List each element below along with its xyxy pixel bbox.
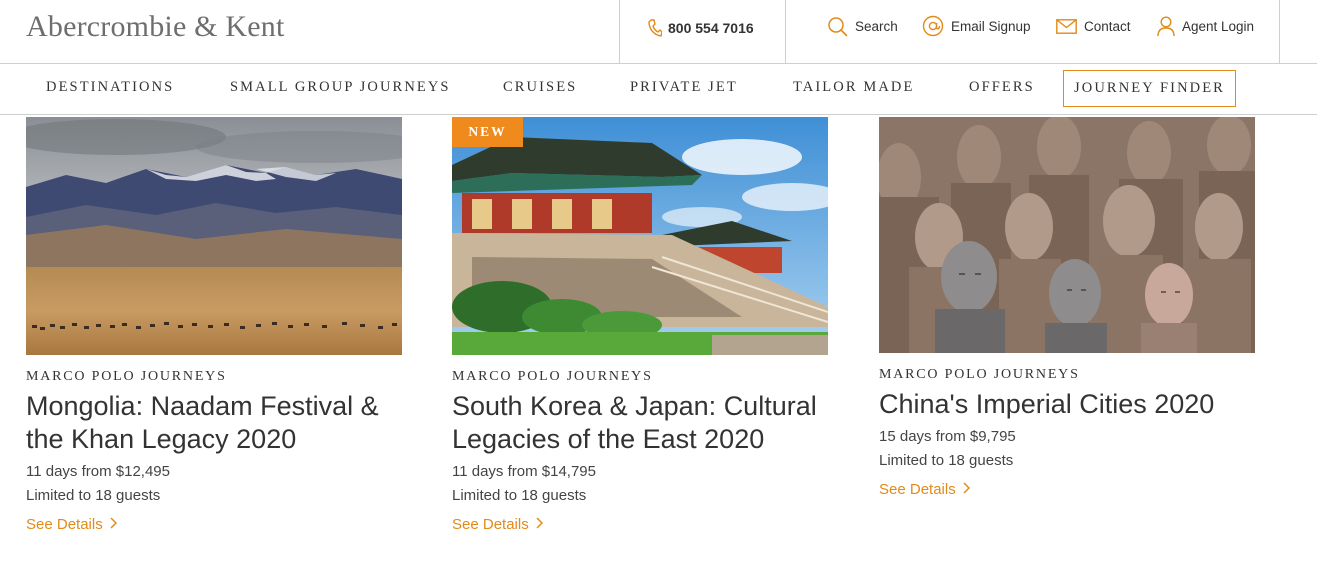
envelope-icon [1056, 18, 1077, 34]
chevron-right-icon [536, 516, 543, 533]
journey-duration-price: 11 days from $14,795 [452, 463, 596, 480]
collection-label: MARCO POLO JOURNEYS [452, 369, 653, 384]
collection-label: MARCO POLO JOURNEYS [26, 369, 227, 384]
phone-link[interactable]: 800 554 7016 [648, 16, 754, 40]
site-logo[interactable]: Abercrombie & Kent [26, 10, 285, 44]
see-details-label: See Details [26, 516, 103, 533]
agent-login-label: Agent Login [1182, 18, 1255, 34]
contact-label: Contact [1084, 18, 1131, 34]
journey-duration-price: 11 days from $12,495 [26, 463, 170, 480]
journey-card: MARCO POLO JOURNEYS Mongolia: Naadam Fes… [26, 117, 403, 533]
chevron-right-icon [110, 516, 117, 533]
email-signup-link[interactable]: Email Signup [922, 14, 1031, 38]
search-label: Search [855, 18, 898, 34]
journey-card: NEW MARCO POLO JOURNEYS South Korea & Ja… [452, 117, 829, 533]
nav-tailor-made[interactable]: TAILOR MADE [793, 79, 914, 96]
journey-image-mongolia[interactable] [26, 117, 402, 355]
search-link[interactable]: Search [827, 14, 898, 38]
collection-label: MARCO POLO JOURNEYS [879, 367, 1080, 382]
journey-finder-button[interactable]: JOURNEY FINDER [1063, 70, 1236, 107]
header-divider [619, 0, 620, 64]
chevron-right-icon [963, 481, 970, 498]
journey-guests: Limited to 18 guests [452, 487, 587, 504]
phone-number: 800 554 7016 [668, 20, 754, 36]
journey-title[interactable]: Mongolia: Naadam Festival & the Khan Leg… [26, 390, 403, 456]
see-details-label: See Details [452, 516, 529, 533]
journey-guests: Limited to 18 guests [879, 452, 1014, 469]
nav-destinations[interactable]: DESTINATIONS [46, 79, 174, 96]
see-details-link[interactable]: See Details [26, 516, 403, 533]
see-details-label: See Details [879, 481, 956, 498]
journey-guests: Limited to 18 guests [26, 487, 161, 504]
journey-image-terracotta[interactable] [879, 117, 1255, 353]
user-icon [1157, 15, 1175, 37]
journey-title[interactable]: China's Imperial Cities 2020 [879, 388, 1256, 421]
header-divider [785, 0, 786, 64]
journey-card: MARCO POLO JOURNEYS China's Imperial Cit… [879, 117, 1256, 498]
main-nav: DESTINATIONS SMALL GROUP JOURNEYS CRUISE… [0, 64, 1317, 115]
nav-offers[interactable]: OFFERS [969, 79, 1035, 96]
nav-cruises[interactable]: CRUISES [503, 79, 577, 96]
header-divider [1279, 0, 1280, 64]
site-header: Abercrombie & Kent 800 554 7016 Search E… [0, 0, 1317, 64]
new-badge: NEW [452, 117, 523, 147]
phone-icon [648, 19, 662, 37]
search-icon [827, 16, 848, 37]
see-details-link[interactable]: See Details [879, 481, 1256, 498]
journey-duration-price: 15 days from $9,795 [879, 428, 1016, 445]
see-details-link[interactable]: See Details [452, 516, 829, 533]
nav-small-group-journeys[interactable]: SMALL GROUP JOURNEYS [230, 79, 451, 96]
nav-private-jet[interactable]: PRIVATE JET [630, 79, 738, 96]
at-sign-icon [922, 15, 944, 37]
journey-title[interactable]: South Korea & Japan: Cultural Legacies o… [452, 390, 829, 456]
agent-login-link[interactable]: Agent Login [1157, 14, 1254, 38]
contact-link[interactable]: Contact [1056, 14, 1131, 38]
email-signup-label: Email Signup [951, 18, 1031, 34]
journey-image-korea[interactable]: NEW [452, 117, 828, 355]
